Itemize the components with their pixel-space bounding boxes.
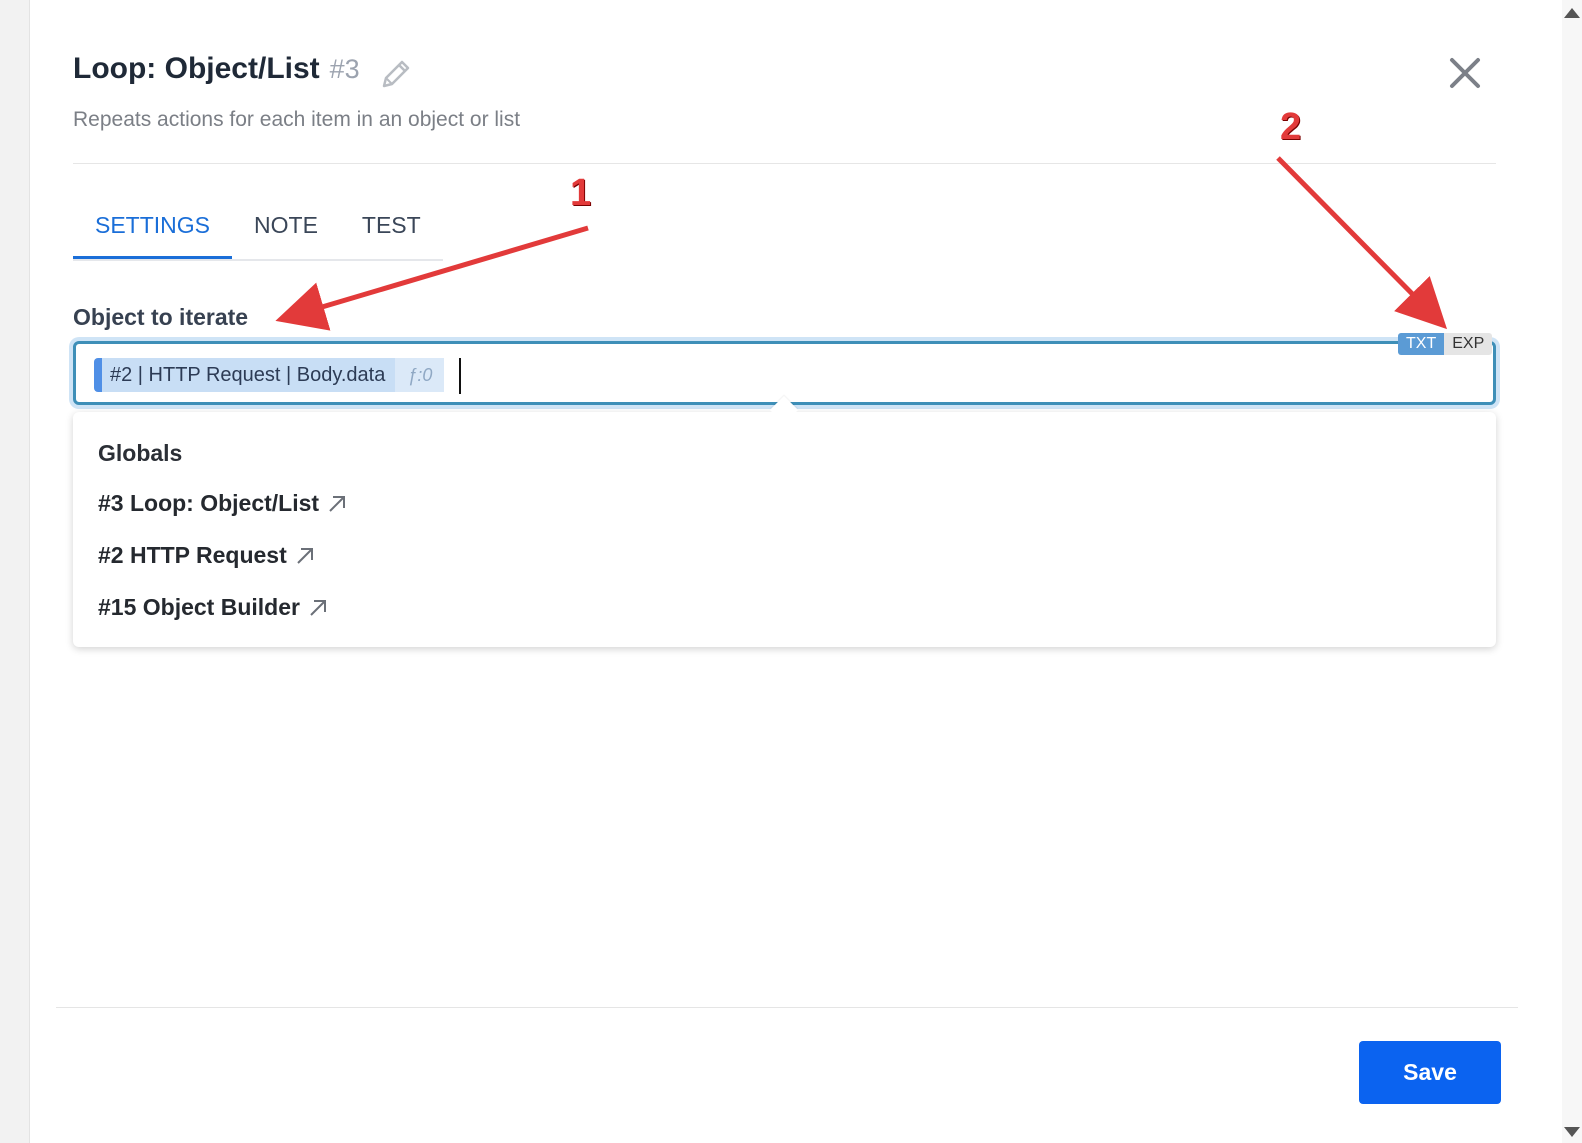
tab-bar: SETTINGS NOTE TEST [73,196,443,261]
annotation-marker-1: 1 [570,172,592,214]
close-icon[interactable] [1448,56,1482,90]
dialog-subtitle: Repeats actions for each item in an obje… [73,108,521,131]
tab-settings[interactable]: SETTINGS [73,196,233,259]
mode-exp-button[interactable]: EXP [1444,333,1493,355]
loop-settings-dialog: Loop: Object/List #3 Repeats actions for… [30,0,1538,1143]
dropdown-item-label: #2 HTTP Request [98,542,287,568]
dialog-title: Loop: Object/List [73,52,320,85]
tab-test[interactable]: TEST [340,196,443,259]
footer-divider [56,1007,1518,1008]
variable-picker-dropdown: Globals #3 Loop: Object/List #2 HTTP Req… [73,412,1496,647]
arrow-up-right-icon [310,599,326,616]
scroll-down-arrow[interactable] [1564,1127,1580,1137]
pencil-icon[interactable] [378,58,412,92]
mode-txt-button[interactable]: TXT [1398,333,1445,355]
scroll-up-arrow[interactable] [1564,8,1580,18]
input-mode-toggle: TXT EXP [1398,333,1493,355]
scrollbar[interactable] [1562,0,1582,1143]
step-number: #3 [329,54,360,84]
arrow-up-right-icon [297,547,313,564]
token-function-badge[interactable]: ƒ:0 [395,358,445,392]
dropdown-item-object-builder[interactable]: #15 Object Builder [98,594,328,621]
arrow-up-right-icon [329,495,346,512]
token-label: #2 | HTTP Request | Body.data [110,363,386,386]
dropdown-item-label: #15 Object Builder [98,594,300,620]
variable-token[interactable]: #2 | HTTP Request | Body.data ƒ:0 [94,358,445,392]
globals-heading: Globals [98,440,183,466]
save-button[interactable]: Save [1359,1041,1501,1104]
annotation-marker-2: 2 [1280,106,1302,148]
object-to-iterate-label: Object to iterate [73,304,249,330]
dropdown-item-http-request[interactable]: #2 HTTP Request [98,542,315,569]
tab-note[interactable]: NOTE [232,196,340,259]
header-divider [73,163,1496,164]
dialog-title-row: Loop: Object/List #3 [73,52,360,86]
left-edge [0,0,30,1143]
dropdown-item-label: #3 Loop: Object/List [98,490,320,516]
text-caret [459,358,461,394]
dropdown-item-loop[interactable]: #3 Loop: Object/List [98,490,347,517]
